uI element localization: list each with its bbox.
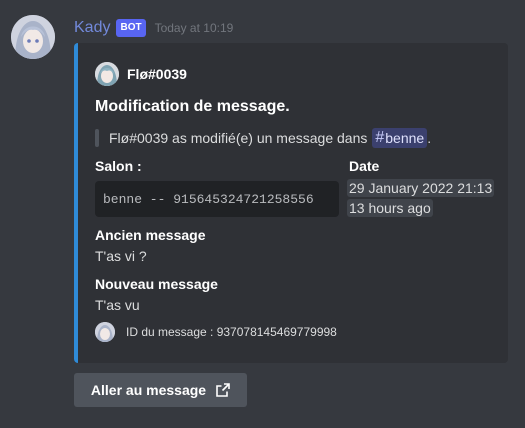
message-header: Kady BOT Today at 10:19	[74, 17, 233, 39]
username[interactable]: Kady	[74, 19, 110, 37]
quote-bar	[95, 129, 99, 147]
footer-avatar-icon	[95, 322, 115, 342]
embed-footer: ID du message : 937078145469779998	[95, 321, 337, 343]
embed-description: Flø#0039 as modifié(e) un message dans #…	[95, 127, 431, 149]
author-avatar-icon	[95, 62, 119, 86]
embed-author: Flø#0039	[95, 62, 187, 86]
field-salon-name: Salon :	[95, 158, 142, 174]
author-name: Flø#0039	[127, 66, 187, 82]
field-date-value: 29 January 2022 21:13	[347, 179, 495, 197]
bot-avatar[interactable]	[11, 15, 55, 59]
embed-title: Modification de message.	[95, 98, 290, 115]
message-embed: Flø#0039 Modification de message. Flø#00…	[74, 43, 508, 363]
description-text: Flø#0039 as modifié(e) un message dans	[109, 130, 368, 146]
external-link-icon	[216, 383, 230, 397]
field-nouveau-value: T'as vu	[95, 297, 140, 313]
field-date-relative: 13 hours ago	[347, 199, 433, 217]
bot-tag: BOT	[116, 19, 146, 37]
footer-text: ID du message : 937078145469779998	[126, 325, 337, 339]
channel-mention[interactable]: # benne	[372, 128, 428, 148]
go-to-message-button[interactable]: Aller au message	[74, 373, 247, 407]
channel-mention-name: benne	[385, 130, 425, 146]
field-nouveau-name: Nouveau message	[95, 276, 218, 292]
field-ancien-value: T'as vi ?	[95, 248, 147, 264]
description-suffix: .	[427, 130, 432, 146]
field-ancien-name: Ancien message	[95, 227, 206, 243]
channel-hash-icon: #	[375, 129, 385, 146]
field-salon-codeblock: benne -- 915645324721258556	[95, 181, 339, 217]
go-to-message-label: Aller au message	[90, 382, 207, 398]
timestamp: Today at 10:19	[154, 21, 234, 35]
field-date-name: Date	[349, 158, 380, 174]
